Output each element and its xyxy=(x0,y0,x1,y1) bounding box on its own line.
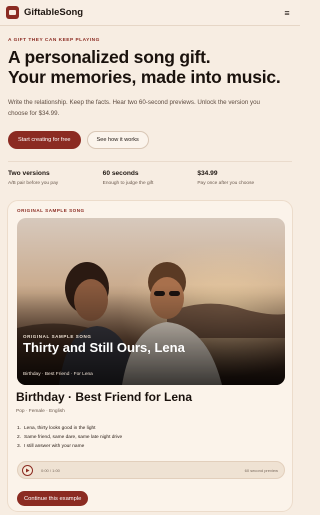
fact-two-versions: Two versions A/B pair before you pay xyxy=(8,170,103,186)
fact-sub: Enough to judge the gift xyxy=(102,181,154,186)
cover-eyebrow: ORIGINAL SAMPLE SONG xyxy=(23,334,92,339)
play-icon xyxy=(26,468,30,472)
facts-row: Two versions A/B pair before you pay 60 … xyxy=(8,161,292,186)
audio-player: 0:00 / 1:00 60 second preview xyxy=(17,461,285,479)
start-creating-button[interactable]: Start creating for free xyxy=(8,131,81,149)
sample-song-card: ORIGINAL SAMPLE SONG ORIGINAL SAMPLE SON… xyxy=(7,200,293,512)
card-eyebrow: ORIGINAL SAMPLE SONG xyxy=(17,208,85,213)
continue-example-button[interactable]: Continue this example xyxy=(17,491,89,506)
hero-section: A GIFT THEY CAN KEEP PLAYING A personali… xyxy=(0,26,300,186)
cover-tags: Birthday · Best Friend · For Lena xyxy=(23,372,93,377)
brand[interactable]: GiftableSong xyxy=(6,6,83,19)
cover-photo-illustration xyxy=(17,218,285,385)
hero-headline: A personalized song gift. Your memories,… xyxy=(8,47,292,87)
player-time: 0:00 / 1:00 xyxy=(41,467,60,473)
play-button[interactable] xyxy=(22,464,33,476)
song-title: Birthday · Best Friend for Lena xyxy=(16,390,193,404)
fact-sixty-seconds: 60 seconds Enough to judge the gift xyxy=(103,170,198,186)
lyric-line: 3. I still answer with your name xyxy=(17,444,85,449)
hero-lede: Write the relationship. Keep the facts. … xyxy=(8,99,260,117)
fact-title: $34.99 xyxy=(197,170,218,177)
headline-line-2: Your memories, made into music. xyxy=(8,67,281,87)
sample-cover-photo: ORIGINAL SAMPLE SONG Thirty and Still Ou… xyxy=(17,218,285,385)
hero-eyebrow: A GIFT THEY CAN KEEP PLAYING xyxy=(8,38,100,43)
fact-sub: A/B pair before you pay xyxy=(8,181,59,186)
cover-song-title: Thirty and Still Ours, Lena xyxy=(23,340,185,355)
song-meta: Pop · Female · English xyxy=(16,409,65,414)
fact-price: $34.99 Pay once after you choose xyxy=(197,170,292,186)
gift-icon xyxy=(6,6,19,19)
lyric-line: 1. Lena, thirty looks good in the light xyxy=(17,426,96,431)
fact-title: Two versions xyxy=(8,170,50,177)
hamburger-icon[interactable]: ≡ xyxy=(280,6,294,20)
brand-name: GiftableSong xyxy=(24,7,84,18)
hero-ctas: Start creating for free See how it works xyxy=(8,131,292,149)
lyric-line: 2. Same friend, same dare, same late nigh… xyxy=(17,435,123,440)
see-how-it-works-button[interactable]: See how it works xyxy=(86,131,149,149)
fact-title: 60 seconds xyxy=(102,170,139,177)
fact-sub: Pay once after you choose xyxy=(197,181,255,186)
headline-line-1: A personalized song gift. xyxy=(8,47,211,67)
lyric-list: 1. Lena, thirty looks good in the light 2… xyxy=(17,424,122,451)
top-nav: GiftableSong ≡ xyxy=(0,0,300,26)
preview-length-note: 60 second preview xyxy=(244,468,278,473)
